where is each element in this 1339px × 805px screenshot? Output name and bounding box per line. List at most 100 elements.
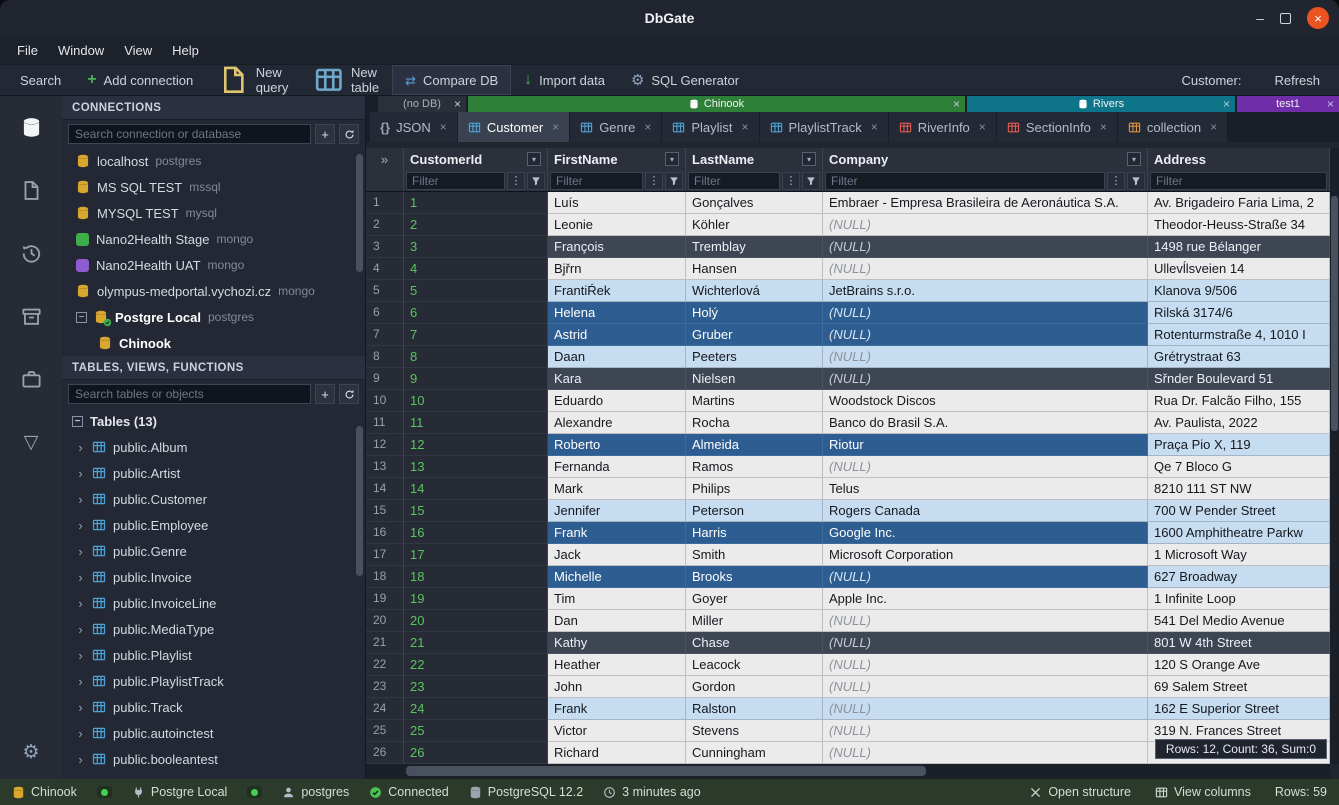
cell-customerid[interactable]: 6 bbox=[404, 302, 548, 324]
cell-customerid[interactable]: 7 bbox=[404, 324, 548, 346]
row-number[interactable]: 26 bbox=[366, 742, 404, 764]
cell-address[interactable]: 120 S Orange Ave bbox=[1148, 654, 1330, 676]
cell-address[interactable]: Rilská 3174/6 bbox=[1148, 302, 1330, 324]
menu-file[interactable]: File bbox=[8, 40, 47, 61]
tab-riverinfo[interactable]: RiverInfo× bbox=[889, 112, 996, 142]
cell-lastname[interactable]: Wichterlová bbox=[686, 280, 823, 302]
cell-firstname[interactable]: Fernanda bbox=[548, 456, 686, 478]
tab-genre[interactable]: Genre× bbox=[570, 112, 661, 142]
cell-firstname[interactable]: Frank bbox=[548, 522, 686, 544]
table-item-public-album[interactable]: ›public.Album bbox=[62, 434, 365, 460]
cell-address[interactable]: Av. Brigadeiro Faria Lima, 2 bbox=[1148, 192, 1330, 214]
cell-lastname[interactable]: Miller bbox=[686, 610, 823, 632]
cell-lastname[interactable]: Peterson bbox=[686, 500, 823, 522]
status-open-structure[interactable]: Open structure bbox=[1029, 785, 1131, 799]
cell-company[interactable]: (NULL) bbox=[823, 368, 1148, 390]
cell-firstname[interactable]: Tim bbox=[548, 588, 686, 610]
cell-firstname[interactable]: FrantiŔek bbox=[548, 280, 686, 302]
row-number[interactable]: 23 bbox=[366, 676, 404, 698]
status-postgresql-12-2[interactable]: PostgreSQL 12.2 bbox=[469, 785, 583, 799]
connection-localhost[interactable]: localhostpostgres bbox=[62, 148, 365, 174]
filter-funnel-icon[interactable] bbox=[527, 172, 545, 190]
cell-company[interactable]: JetBrains s.r.o. bbox=[823, 280, 1148, 302]
cell-customerid[interactable]: 1 bbox=[404, 192, 548, 214]
cell-firstname[interactable]: Heather bbox=[548, 654, 686, 676]
maximize-button[interactable] bbox=[1280, 13, 1291, 24]
menu-help[interactable]: Help bbox=[163, 40, 208, 61]
cell-customerid[interactable]: 8 bbox=[404, 346, 548, 368]
titlebar[interactable]: DbGate – × bbox=[0, 0, 1339, 36]
status-3-minutes-ago[interactable]: 3 minutes ago bbox=[603, 785, 701, 799]
row-number[interactable]: 11 bbox=[366, 412, 404, 434]
table-item-public-playlisttrack[interactable]: ›public.PlaylistTrack bbox=[62, 668, 365, 694]
column-dropdown-icon[interactable]: ▾ bbox=[1127, 152, 1141, 166]
add-table-small-button[interactable]: + bbox=[315, 384, 335, 404]
close-icon[interactable]: × bbox=[440, 120, 447, 134]
table-item-public-playlist[interactable]: ›public.Playlist bbox=[62, 642, 365, 668]
close-button[interactable]: × bbox=[1307, 7, 1329, 29]
close-icon[interactable]: × bbox=[1327, 96, 1334, 112]
cell-company[interactable]: Microsoft Corporation bbox=[823, 544, 1148, 566]
filter-input-customerid[interactable] bbox=[406, 172, 505, 190]
cell-customerid[interactable]: 21 bbox=[404, 632, 548, 654]
filter-menu-icon[interactable]: ⋮ bbox=[1107, 172, 1125, 190]
cell-address[interactable]: 541 Del Medio Avenue bbox=[1148, 610, 1330, 632]
toolbar-add-connection[interactable]: +Add connection bbox=[74, 65, 206, 95]
cell-company[interactable]: (NULL) bbox=[823, 236, 1148, 258]
cell-customerid[interactable]: 2 bbox=[404, 214, 548, 236]
cell-company[interactable]: Riotur bbox=[823, 434, 1148, 456]
tab-collection[interactable]: collection× bbox=[1118, 112, 1227, 142]
connection-ms-sql-test[interactable]: MS SQL TESTmssql bbox=[62, 174, 365, 200]
status-chinook[interactable]: Chinook bbox=[12, 785, 77, 799]
cell-company[interactable]: (NULL) bbox=[823, 324, 1148, 346]
close-icon[interactable]: × bbox=[742, 120, 749, 134]
row-number[interactable]: 8 bbox=[366, 346, 404, 368]
cell-firstname[interactable]: Alexandre bbox=[548, 412, 686, 434]
cell-address[interactable]: 1 Infinite Loop bbox=[1148, 588, 1330, 610]
toolbar-refresh[interactable]: Refresh bbox=[1254, 65, 1333, 95]
cell-lastname[interactable]: Nielsen bbox=[686, 368, 823, 390]
collapse-icon[interactable]: − bbox=[76, 312, 87, 323]
status-view-columns[interactable]: View columns bbox=[1155, 785, 1251, 799]
table-item-public-autoinctest[interactable]: ›public.autoinctest bbox=[62, 720, 365, 746]
cell-company[interactable]: (NULL) bbox=[823, 566, 1148, 588]
status-connected[interactable]: Connected bbox=[369, 785, 448, 799]
table-item-public-employee[interactable]: ›public.Employee bbox=[62, 512, 365, 538]
row-number[interactable]: 5 bbox=[366, 280, 404, 302]
row-number[interactable]: 12 bbox=[366, 434, 404, 456]
cell-firstname[interactable]: Bjřrn bbox=[548, 258, 686, 280]
menu-view[interactable]: View bbox=[115, 40, 161, 61]
cell-company[interactable]: Woodstock Discos bbox=[823, 390, 1148, 412]
cell-firstname[interactable]: Richard bbox=[548, 742, 686, 764]
cell-customerid[interactable]: 14 bbox=[404, 478, 548, 500]
tab-playlist[interactable]: Playlist× bbox=[662, 112, 758, 142]
row-number[interactable]: 7 bbox=[366, 324, 404, 346]
tab-json[interactable]: {}JSON× bbox=[370, 112, 457, 142]
cell-customerid[interactable]: 12 bbox=[404, 434, 548, 456]
close-icon[interactable]: × bbox=[953, 96, 960, 112]
cell-lastname[interactable]: Stevens bbox=[686, 720, 823, 742]
cell-firstname[interactable]: Leonie bbox=[548, 214, 686, 236]
column-header-firstname[interactable]: FirstName▾ bbox=[548, 148, 686, 170]
cell-customerid[interactable]: 18 bbox=[404, 566, 548, 588]
status-postgre-local[interactable]: Postgre Local bbox=[132, 785, 227, 799]
column-dropdown-icon[interactable]: ▾ bbox=[665, 152, 679, 166]
cell-address[interactable]: Praça Pio X, 119 bbox=[1148, 434, 1330, 456]
cell-lastname[interactable]: Leacock bbox=[686, 654, 823, 676]
table-item-public-genre[interactable]: ›public.Genre bbox=[62, 538, 365, 564]
tab-group-test1[interactable]: test1× bbox=[1237, 96, 1339, 112]
sidebar-databases[interactable] bbox=[13, 112, 49, 142]
minimize-button[interactable]: – bbox=[1256, 10, 1264, 26]
table-item-public-mediatype[interactable]: ›public.MediaType bbox=[62, 616, 365, 642]
column-header-customerid[interactable]: CustomerId▾ bbox=[404, 148, 548, 170]
close-icon[interactable]: × bbox=[454, 96, 461, 112]
row-number[interactable]: 18 bbox=[366, 566, 404, 588]
cell-company[interactable]: (NULL) bbox=[823, 676, 1148, 698]
cell-company[interactable]: (NULL) bbox=[823, 258, 1148, 280]
connection-mysql-test[interactable]: MYSQL TESTmysql bbox=[62, 200, 365, 226]
cell-lastname[interactable]: Goyer bbox=[686, 588, 823, 610]
cell-address[interactable]: 69 Salem Street bbox=[1148, 676, 1330, 698]
cell-lastname[interactable]: Peeters bbox=[686, 346, 823, 368]
cell-lastname[interactable]: Köhler bbox=[686, 214, 823, 236]
connection-postgre-local[interactable]: −Postgre Localpostgres bbox=[62, 304, 365, 330]
